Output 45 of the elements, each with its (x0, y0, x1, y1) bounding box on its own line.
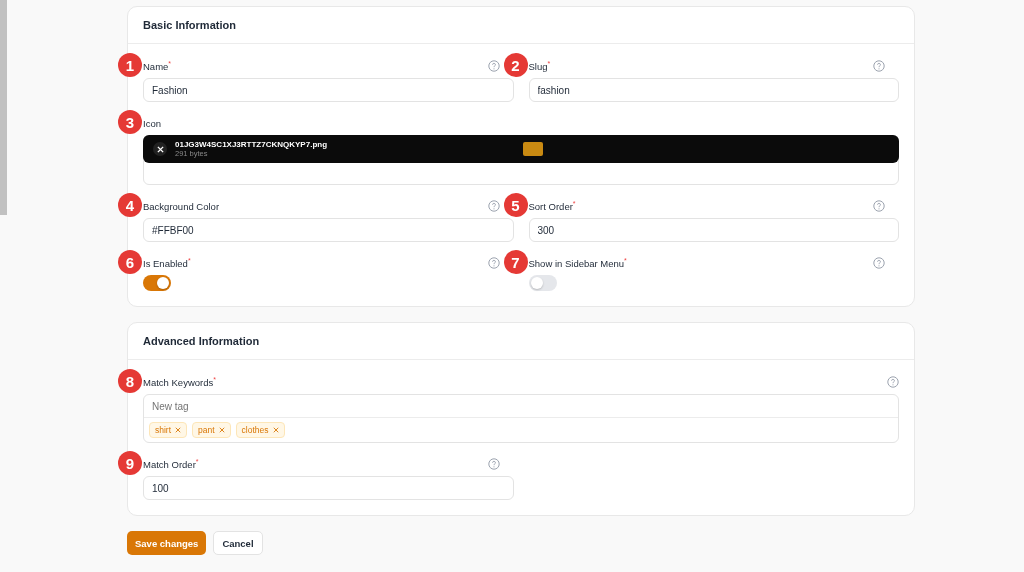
help-icon[interactable] (487, 257, 500, 269)
field-label: Background Color (143, 200, 220, 212)
text-field[interactable]: 100 (143, 476, 514, 500)
text-field[interactable]: fashion (528, 78, 899, 102)
help-icon[interactable] (487, 200, 500, 212)
step-number-badge: 6 (118, 250, 142, 274)
image-thumbnail (523, 142, 543, 156)
field-label: Match Order$^{*}$ (143, 457, 199, 471)
field-label: Match Keywords$^{*}$ (143, 375, 216, 389)
remove-file-button[interactable] (153, 142, 167, 156)
step-number-badge: 9 (118, 451, 142, 475)
step-number-badge: 3 (118, 110, 142, 134)
step-number-badge: 8 (118, 369, 142, 393)
section-title: Basic Information (143, 19, 236, 31)
field-label: Show in Sidebar Menu$^{*}$ (528, 256, 627, 270)
step-number-badge: 4 (118, 193, 142, 217)
toggle-switch[interactable] (143, 275, 171, 291)
close-icon[interactable] (272, 427, 279, 433)
step-number-badge: 7 (503, 250, 528, 274)
help-icon[interactable] (873, 257, 885, 269)
text-field[interactable]: 300 (528, 218, 899, 242)
step-number-badge: 5 (503, 193, 528, 217)
help-icon[interactable] (487, 458, 500, 470)
help-icon[interactable] (887, 376, 899, 388)
close-icon[interactable] (175, 427, 182, 433)
new-tag-input[interactable]: New tag (144, 395, 898, 418)
section-title: Advanced Information (143, 335, 260, 347)
field-label: Sort Order$^{*}$ (528, 199, 576, 213)
scrollbar[interactable] (0, 0, 7, 215)
text-field[interactable]: Fashion (143, 78, 514, 102)
step-number-badge: 2 (503, 53, 528, 77)
help-icon[interactable] (873, 200, 885, 212)
toggle-switch[interactable] (528, 275, 557, 291)
close-icon[interactable] (218, 427, 225, 433)
close-icon (156, 145, 164, 153)
help-icon[interactable] (873, 60, 885, 72)
field-label: Icon (143, 117, 161, 129)
help-icon[interactable] (487, 60, 500, 72)
field-label: Is Enabled$^{*}$ (143, 256, 191, 270)
step-number-badge: 1 (118, 53, 142, 77)
cancel-button[interactable]: Cancel (213, 531, 263, 555)
text-field[interactable]: #FFBF00 (143, 218, 514, 242)
file-name: 01JG3W4SC1XJ3RTTZ7CKNQKYP7.png (175, 140, 329, 149)
field-label: Slug$^{*}$ (528, 59, 551, 73)
field-label: Name$^{*}$ (143, 59, 172, 73)
